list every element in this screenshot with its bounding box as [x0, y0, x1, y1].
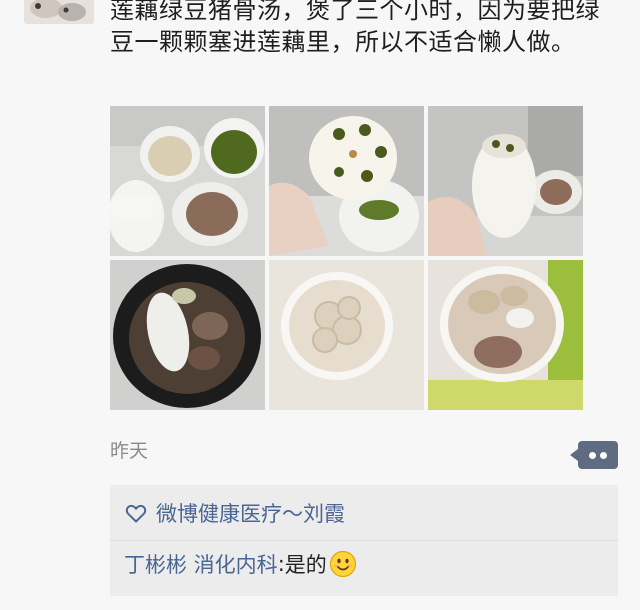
comment-row[interactable]: 丁彬彬 消化内科 : 是的: [124, 549, 357, 579]
avatar[interactable]: [24, 0, 94, 24]
photo-slow-cooker-pot[interactable]: [110, 260, 265, 410]
heart-icon: [125, 504, 147, 522]
smiley-icon: [329, 550, 356, 578]
likes-row: 微博健康医疗～刘霞: [110, 485, 618, 541]
commenter-name[interactable]: 丁彬彬 消化内科: [124, 549, 278, 579]
comment-separator: :: [277, 552, 285, 576]
photo-lotus-root-stuffed[interactable]: [428, 106, 583, 256]
comment-text: 是的: [284, 553, 327, 577]
photo-grid: [110, 106, 583, 410]
photo-bowl-lotus-slices[interactable]: [269, 260, 424, 410]
photo-bowl-soup-pork[interactable]: [428, 260, 583, 410]
photo-ingredients[interactable]: [110, 106, 265, 256]
post-text: 莲藕绿豆猪骨汤，煲了三个小时，因为要把绿豆一颗颗塞进莲藕里，所以不适合懒人做。: [110, 0, 600, 56]
comment-icon[interactable]: [570, 441, 618, 469]
post-time: 昨天: [110, 440, 149, 462]
liker-name[interactable]: 微博健康医疗～刘霞: [156, 498, 345, 528]
feedback-panel: 微博健康医疗～刘霞 丁彬彬 消化内科 : 是的: [110, 485, 618, 596]
photo-lotus-root-held[interactable]: [269, 106, 424, 256]
